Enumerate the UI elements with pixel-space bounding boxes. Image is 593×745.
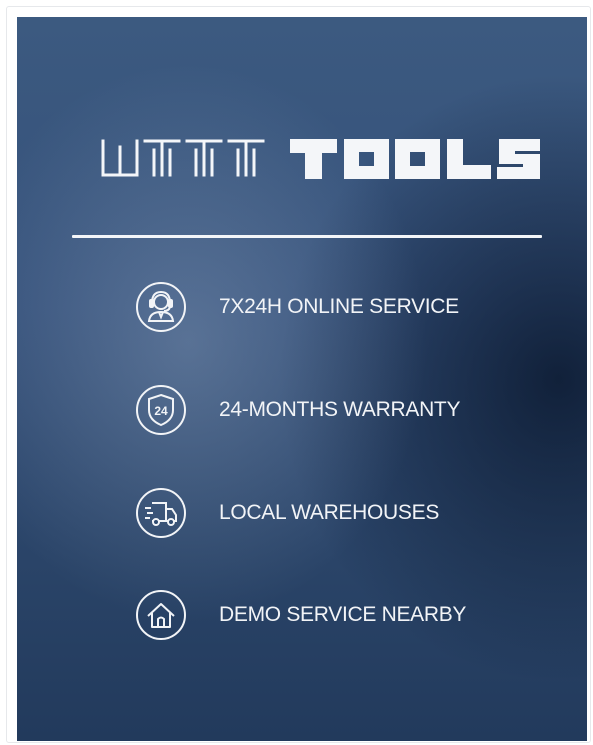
home-icon (135, 589, 187, 641)
logo-divider (72, 235, 542, 238)
feature-warranty: 24 24-MONTHS WARRANTY (135, 382, 460, 438)
feature-online-service: 7X24H ONLINE SERVICE (135, 279, 459, 335)
svg-text:24: 24 (154, 404, 168, 418)
feature-label: 7X24H ONLINE SERVICE (219, 295, 459, 318)
promo-banner: 7X24H ONLINE SERVICE 24 24-MONTHS WARRAN… (17, 17, 587, 741)
headset-agent-icon (135, 281, 187, 333)
feature-label: LOCAL WAREHOUSES (219, 501, 440, 524)
delivery-truck-icon (135, 487, 187, 539)
feature-label: 24-MONTHS WARRANTY (219, 398, 461, 421)
feature-warehouses: LOCAL WAREHOUSES (135, 485, 439, 541)
brand-logo (17, 117, 587, 187)
feature-demo-service: DEMO SERVICE NEARBY (135, 587, 466, 643)
warranty-24-shield-icon: 24 (135, 384, 187, 436)
feature-label: DEMO SERVICE NEARBY (219, 603, 467, 626)
